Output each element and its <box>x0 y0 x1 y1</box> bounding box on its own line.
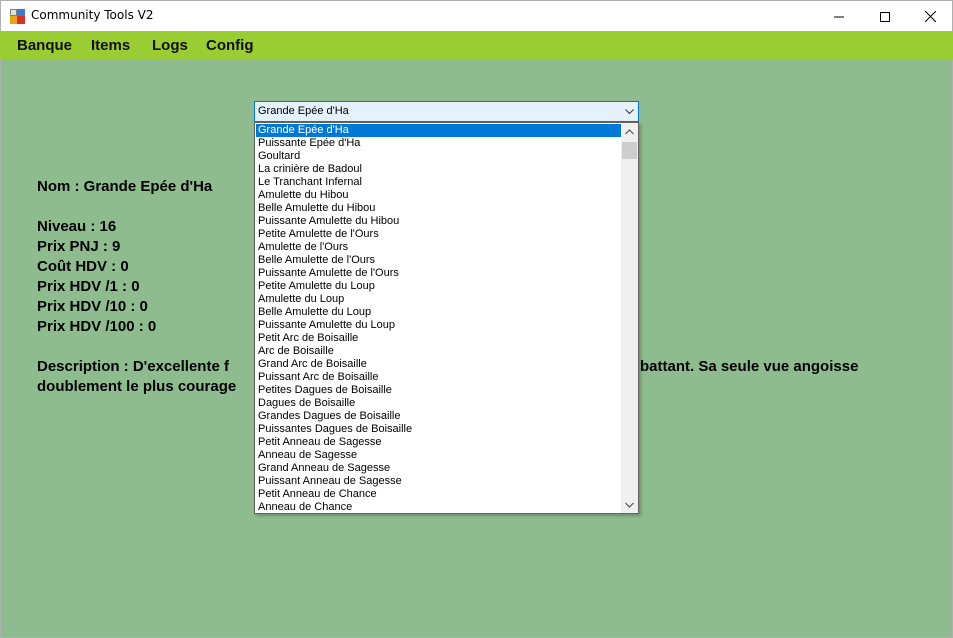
dropdown-option[interactable]: Grand Anneau de Sagesse <box>256 462 622 475</box>
item-hdv-price-100-label: Prix HDV /100 : 0 <box>37 318 157 335</box>
dropdown-option[interactable]: Puissante Amulette du Hibou <box>256 215 622 228</box>
dropdown-option[interactable]: Grand Arc de Boisaille <box>256 358 622 371</box>
dropdown-option[interactable]: Grande Epée d'Ha <box>256 124 622 137</box>
menu-logs[interactable]: Logs <box>152 37 188 54</box>
dropdown-option[interactable]: Puissant Anneau de Sagesse <box>256 475 622 488</box>
dropdown-option[interactable]: Anneau de Chance <box>256 501 622 514</box>
close-icon <box>924 11 936 22</box>
dropdown-scrollbar[interactable] <box>621 123 638 513</box>
dropdown-option[interactable]: Arc de Boisaille <box>256 345 622 358</box>
dropdown-option[interactable]: La crinière de Badoul <box>256 163 622 176</box>
dropdown-option[interactable]: Puissante Amulette du Loup <box>256 319 622 332</box>
dropdown-option[interactable]: Petit Anneau de Sagesse <box>256 436 622 449</box>
maximize-icon <box>880 11 890 22</box>
item-hdv-price-10-label: Prix HDV /10 : 0 <box>37 298 148 315</box>
dropdown-option[interactable]: Anneau de Sagesse <box>256 449 622 462</box>
scroll-up-button[interactable] <box>621 123 638 140</box>
item-description-line1-right: battant. Sa seule vue angoisse <box>640 358 859 375</box>
item-npc-price-label: Prix PNJ : 9 <box>37 238 121 255</box>
dropdown-option[interactable]: Grandes Dagues de Boisaille <box>256 410 622 423</box>
minimize-icon <box>834 16 844 17</box>
dropdown-option[interactable]: Puissante Amulette de l'Ours <box>256 267 622 280</box>
dropdown-option[interactable]: Petites Dagues de Boisaille <box>256 384 622 397</box>
dropdown-option[interactable]: Petite Amulette du Loup <box>256 280 622 293</box>
dropdown-option[interactable]: Amulette de l'Ours <box>256 241 622 254</box>
dropdown-option[interactable]: Dagues de Boisaille <box>256 397 622 410</box>
dropdown-options: Grande Epée d'Ha Puissante Epée d'Ha Goult… <box>256 124 622 514</box>
dropdown-option[interactable]: Petit Anneau de Chance <box>256 488 622 501</box>
item-select-combo[interactable]: Grande Epée d'Ha <box>254 101 639 122</box>
menu-bar: Banque Items Logs Config <box>0 31 953 59</box>
dropdown-option[interactable]: Belle Amulette de l'Ours <box>256 254 622 267</box>
item-hdv-cost-label: Coût HDV : 0 <box>37 258 129 275</box>
dropdown-option[interactable]: Puissant Arc de Boisaille <box>256 371 622 384</box>
dropdown-option[interactable]: Amulette du Hibou <box>256 189 622 202</box>
scrollbar-thumb[interactable] <box>622 142 637 159</box>
title-bar[interactable]: Community Tools V2 <box>0 0 953 31</box>
menu-items[interactable]: Items <box>91 37 130 54</box>
item-hdv-price-1-label: Prix HDV /1 : 0 <box>37 278 140 295</box>
chevron-down-icon <box>625 502 634 508</box>
window-title: Community Tools V2 <box>31 8 154 22</box>
close-button[interactable] <box>907 1 953 32</box>
chevron-down-icon <box>625 109 634 115</box>
minimize-button[interactable] <box>816 1 862 32</box>
dropdown-option[interactable]: Belle Amulette du Loup <box>256 306 622 319</box>
menu-banque[interactable]: Banque <box>17 37 72 54</box>
dropdown-option[interactable]: Belle Amulette du Hibou <box>256 202 622 215</box>
item-level-label: Niveau : 16 <box>37 218 117 235</box>
item-description-line1-left: Description : D'excellente f <box>37 358 229 375</box>
scroll-down-button[interactable] <box>621 496 638 513</box>
item-description-line2-left: doublement le plus courage <box>37 378 237 395</box>
dropdown-option[interactable]: Le Tranchant Infernal <box>256 176 622 189</box>
dropdown-option[interactable]: Amulette du Loup <box>256 293 622 306</box>
chevron-up-icon <box>625 128 634 134</box>
item-dropdown-list[interactable]: Grande Epée d'Ha Puissante Epée d'Ha Goult… <box>254 122 639 514</box>
dropdown-option[interactable]: Puissantes Dagues de Boisaille <box>256 423 622 436</box>
maximize-button[interactable] <box>862 1 908 32</box>
item-name-label: Nom : Grande Epée d'Ha <box>37 178 213 195</box>
menu-config[interactable]: Config <box>206 37 253 54</box>
combo-selected-value: Grande Epée d'Ha <box>258 105 349 117</box>
dropdown-option[interactable]: Petite Amulette de l'Ours <box>256 228 622 241</box>
dropdown-option[interactable]: Goultard <box>256 150 622 163</box>
dropdown-option[interactable]: Puissante Epée d'Ha <box>256 137 622 150</box>
app-icon <box>10 9 25 24</box>
dropdown-option[interactable]: Petit Arc de Boisaille <box>256 332 622 345</box>
